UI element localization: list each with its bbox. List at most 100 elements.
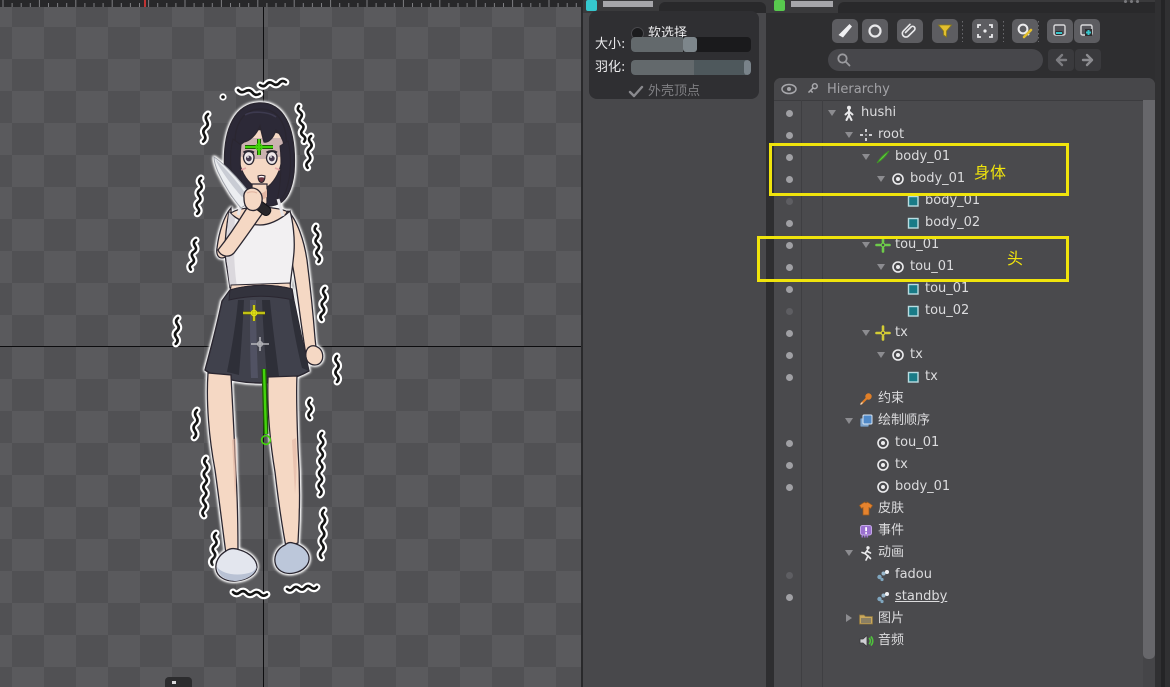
tree-row-label: fadou [895, 568, 932, 582]
tree-row-tou_01[interactable]: tou_01 [774, 432, 1155, 454]
slot-icon [875, 479, 891, 495]
tree-row-label: 约束 [878, 392, 904, 406]
expander-open[interactable] [877, 352, 885, 358]
tree-row-label: 图片 [878, 612, 904, 626]
tree-header: Hierarchy [774, 78, 1155, 101]
slot-icon [875, 435, 891, 451]
tree-row-tou_02[interactable]: tou_02 [774, 300, 1155, 322]
expander-open[interactable] [845, 132, 853, 138]
hull-check-icon[interactable] [627, 84, 645, 98]
tree-row-tx[interactable]: tx [774, 344, 1155, 366]
tree-row-绘制顺序[interactable]: 绘制顺序 [774, 410, 1155, 432]
tree-row-label: body_02 [925, 216, 980, 230]
tree-search-input[interactable] [828, 49, 1043, 71]
nav-forward-button[interactable] [1075, 49, 1101, 71]
root-icon [858, 127, 874, 143]
brush-button[interactable] [832, 19, 858, 43]
visibility-dot[interactable] [786, 198, 793, 205]
spine-editor-window: 软选择 大小: 羽化: 外壳顶点 [0, 0, 1170, 687]
expand-all-button[interactable] [1074, 19, 1100, 43]
tree-row-tx[interactable]: tx [774, 366, 1155, 388]
filter-button[interactable] [932, 19, 958, 43]
panel-right-edge [1155, 0, 1170, 687]
viewport[interactable] [0, 0, 581, 687]
visibility-dot[interactable] [786, 330, 793, 337]
expander-open[interactable] [828, 110, 836, 116]
toolbar-separator [1003, 21, 1004, 42]
visibility-eye-icon[interactable] [780, 82, 798, 96]
tree-row-事件[interactable]: 事件 [774, 520, 1155, 542]
tree-row-label: tx [925, 370, 938, 384]
expander-open[interactable] [862, 330, 870, 336]
soft-select-toolbox: 软选择 大小: 羽化: 外壳顶点 [589, 11, 759, 99]
tree-row-label: tou_01 [925, 282, 969, 296]
mesh-icon [905, 281, 921, 297]
tree-tab-icon [774, 0, 785, 11]
tree-scrollbar-thumb[interactable] [1143, 100, 1155, 659]
expander-closed[interactable] [846, 614, 852, 622]
slot-icon [875, 457, 891, 473]
search-edit-button[interactable] [1012, 19, 1038, 43]
paperclip-button[interactable] [897, 19, 923, 43]
anim-clip-icon [875, 567, 891, 583]
skeleton-icon [841, 105, 857, 121]
frame-select-button[interactable] [972, 19, 998, 43]
folder-images-icon [858, 611, 874, 627]
tree-row-tx[interactable]: tx [774, 454, 1155, 476]
tree-tab-label-clipped [791, 1, 833, 7]
size-label: 大小: [595, 37, 625, 52]
visibility-dot[interactable] [786, 484, 793, 491]
expander-open[interactable] [845, 418, 853, 424]
anim-clip-icon [875, 589, 891, 605]
feather-slider[interactable] [631, 60, 751, 75]
panel-menu-dots[interactable] [1124, 0, 1144, 3]
tree-row-label: 事件 [878, 524, 904, 538]
tree-row-body_01[interactable]: body_01 [774, 476, 1155, 498]
animation-icon [858, 545, 874, 561]
tree-row-label: tou_01 [895, 436, 939, 450]
tree-row-tx[interactable]: tx [774, 322, 1155, 344]
visibility-dot[interactable] [786, 286, 793, 293]
visibility-dot[interactable] [786, 572, 793, 579]
tree-row-label: tx [895, 458, 908, 472]
ring-button[interactable] [862, 19, 888, 43]
tools-tab-label-clipped [603, 1, 653, 7]
visibility-dot[interactable] [786, 308, 793, 315]
tree-row-body_02[interactable]: body_02 [774, 212, 1155, 234]
visibility-dot[interactable] [786, 110, 793, 117]
tree-row-皮肤[interactable]: 皮肤 [774, 498, 1155, 520]
visibility-dot[interactable] [786, 374, 793, 381]
character-canvas[interactable] [0, 0, 581, 687]
mesh-icon [905, 369, 921, 385]
tree-row-约束[interactable]: 约束 [774, 388, 1155, 410]
tree-row-label: body_01 [925, 194, 980, 208]
visibility-dot[interactable] [786, 594, 793, 601]
tree-row-standby[interactable]: standby [774, 586, 1155, 608]
tree-row-图片[interactable]: 图片 [774, 608, 1155, 630]
tree-row-label: tou_02 [925, 304, 969, 318]
tree-row-label: tx [895, 326, 908, 340]
tree-row-fadou[interactable]: fadou [774, 564, 1155, 586]
highlight-label: 头 [1007, 245, 1023, 269]
visibility-dot[interactable] [786, 462, 793, 469]
visibility-dot[interactable] [786, 440, 793, 447]
tree-row-动画[interactable]: 动画 [774, 542, 1155, 564]
visibility-dot[interactable] [786, 352, 793, 359]
tree-tabstrip [766, 0, 1170, 13]
mesh-tools-panel: 软选择 大小: 羽化: 外壳顶点 [581, 0, 768, 687]
nav-back-button[interactable] [1048, 49, 1074, 71]
visibility-dot[interactable] [786, 132, 793, 139]
expander-open[interactable] [845, 550, 853, 556]
tree-inactive-tab[interactable] [838, 2, 1162, 13]
tree-row-label: body_01 [895, 480, 950, 494]
character-figure[interactable] [205, 103, 323, 581]
size-slider[interactable] [631, 37, 751, 52]
collapse-all-button[interactable] [1047, 19, 1073, 43]
key-column-icon[interactable] [805, 82, 819, 96]
visibility-dot[interactable] [786, 220, 793, 227]
toolbar-separator [1038, 21, 1039, 42]
event-icon [858, 523, 874, 539]
tree-row-hushi[interactable]: hushi [774, 102, 1155, 124]
tree-row-音频[interactable]: 音频 [774, 630, 1155, 652]
viewport-bottom-handle[interactable] [165, 677, 192, 687]
